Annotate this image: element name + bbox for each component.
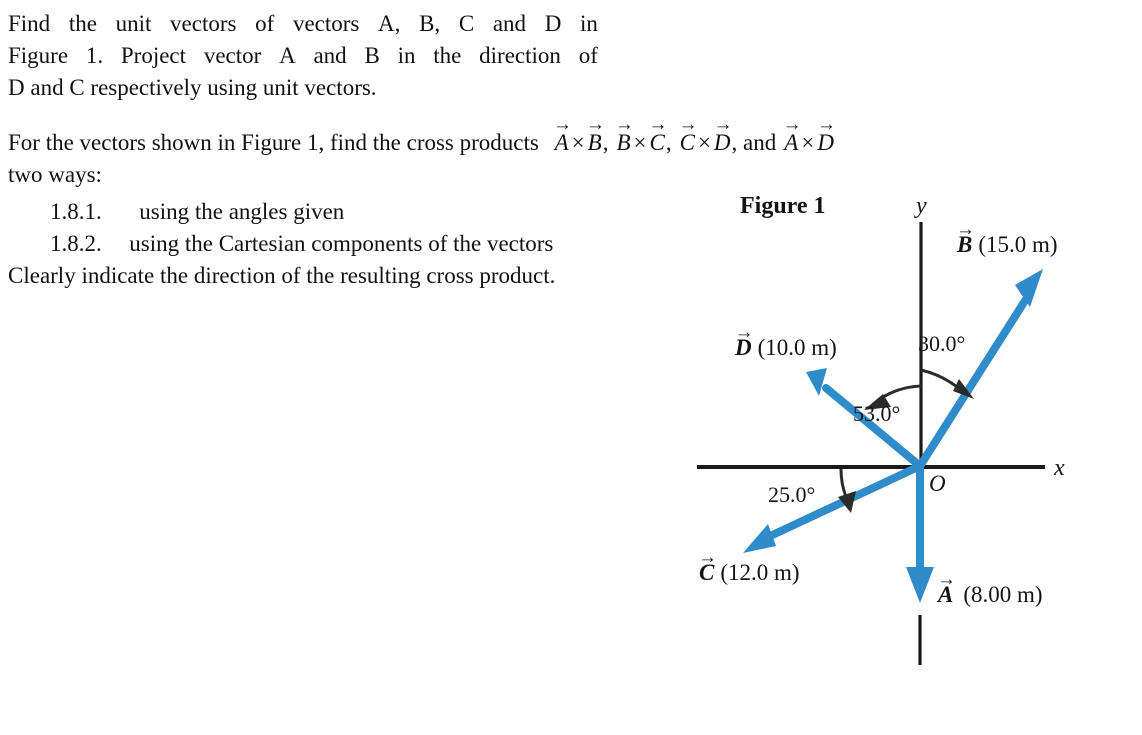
origin-label: O	[929, 471, 946, 496]
cross-left-operand: → A	[553, 114, 572, 155]
text-word: A,	[378, 11, 401, 36]
list-item-number: 1.8.2.	[50, 231, 102, 256]
angle-53-label: 53.0°	[853, 401, 901, 426]
cross-product-operator: ×	[801, 130, 815, 155]
cross-left-operand: → A	[782, 114, 802, 155]
cross-products-list: → A × → B, → B × → C, → C × → D, and → A × → D	[545, 116, 836, 155]
vector-a-symbol: → A	[937, 569, 956, 607]
sub-question-list: 1.8.1. using the angles given 1.8.2. usi…	[8, 196, 708, 292]
vector-arrow-icon: →	[586, 114, 605, 136]
text-word: vectors	[170, 11, 237, 36]
text-word: direction	[479, 43, 561, 68]
text-word: the	[68, 11, 97, 36]
text-word: B	[364, 43, 380, 68]
text-word: and	[313, 43, 347, 68]
cross-right-operand: → B	[586, 114, 605, 155]
text-word: Project	[120, 43, 187, 68]
cross-product-operator: ×	[633, 130, 647, 155]
y-axis-label: y	[916, 193, 927, 219]
text-word: Find	[8, 11, 51, 36]
x-axis-label: x	[1054, 455, 1065, 481]
text-word: in	[397, 43, 416, 68]
text-word: of	[578, 43, 598, 68]
vector-b-magnitude: (15.0 m)	[978, 232, 1058, 257]
intro-line-2: Figure 1. Project vector Aand Bin the direction…	[8, 40, 598, 72]
vector-arrow-icon: →	[817, 114, 836, 136]
list-item-number: 1.8.1.	[50, 199, 102, 224]
vector-diagram	[697, 222, 1045, 665]
list-item: 1.8.2. using the Cartesian components of…	[8, 228, 708, 260]
vector-a-label: → A (8.00 m)	[937, 569, 1043, 608]
vector-a-magnitude: (8.00 m)	[963, 582, 1043, 607]
vector-b-label: → B (15.0 m)	[956, 219, 1058, 258]
cross-products-line-1: For the vectors shown in Figure 1, find …	[8, 116, 1078, 159]
list-item: 1.8.1. using the angles given	[8, 196, 708, 228]
text-word: C	[458, 11, 475, 36]
vector-arrow-icon: →	[553, 114, 572, 136]
text-word: in	[579, 11, 598, 36]
intro-line-1: Find the unit vectors of vectors A, B, Cand Din	[8, 8, 598, 40]
cross-product-expression: → B × → C,	[615, 116, 672, 155]
vector-arrow-icon: →	[713, 114, 733, 136]
list-item-text: using the angles given	[139, 199, 345, 224]
vector-arrow-icon: →	[782, 114, 802, 136]
text-word: and	[492, 11, 527, 36]
figure-title: Figure 1	[740, 193, 826, 219]
cross-product-operator: ×	[571, 130, 585, 155]
angle-25-label: 25.0°	[768, 482, 816, 507]
vector-d-magnitude: (10.0 m)	[757, 335, 837, 360]
cross-product-expression: → A × → D	[783, 116, 836, 155]
cross-products-paragraph: For the vectors shown in Figure 1, find …	[8, 116, 1078, 191]
text-word: vector	[203, 43, 262, 68]
vector-c	[743, 462, 924, 553]
cross-product-trailing-text: , and	[731, 130, 777, 155]
vector-d-symbol: → D	[734, 322, 754, 360]
list-closing-text: Clearly indicate the direction of the re…	[8, 263, 556, 288]
cross-products-lead: For the vectors shown in Figure 1, find …	[8, 130, 539, 155]
cross-product-operator: ×	[697, 130, 711, 155]
cross-product-expression: → C × → D, and	[679, 116, 777, 155]
vector-b-symbol: → B	[956, 219, 975, 257]
cross-right-operand: → D	[817, 114, 836, 155]
vector-d-label: → D (10.0 m)	[734, 322, 837, 361]
list-item-text: using the Cartesian components of the ve…	[129, 231, 554, 256]
intro-line-3: D and C respectively using unit vectors.	[8, 75, 377, 100]
text-word: D	[544, 11, 562, 36]
cross-right-operand: → C	[648, 114, 668, 155]
text-word: unit	[115, 11, 152, 36]
text-word: 1.	[85, 43, 104, 68]
angle-30-label: 30.0°	[918, 331, 966, 356]
cross-left-operand: → B	[614, 114, 634, 155]
vector-arrow-icon: →	[678, 114, 698, 136]
text-word: the	[433, 43, 462, 68]
cross-product-expression: → A × → B,	[553, 116, 608, 155]
text-word: of	[255, 11, 275, 36]
cross-left-operand: → C	[678, 114, 698, 155]
text-word: B,	[419, 11, 441, 36]
vector-arrow-icon: →	[614, 114, 634, 136]
intro-paragraph: Find the unit vectors of vectors A, B, Cand Din F…	[8, 8, 598, 104]
vector-c-symbol: → C	[698, 547, 717, 585]
vector-c-label: → C (12.0 m)	[698, 547, 800, 586]
cross-right-operand: → D	[713, 114, 733, 155]
text-word: vectors	[292, 11, 360, 36]
text-word: A	[279, 43, 296, 68]
vector-arrow-icon: →	[648, 114, 668, 136]
vector-b	[916, 269, 1043, 470]
vector-c-magnitude: (12.0 m)	[720, 560, 800, 585]
figure-1: Figure 1 y x O → B (15.0 m) → D (10.0 m) → C(…	[690, 185, 1142, 685]
angle-arc-30	[920, 368, 974, 399]
text-word: Figure	[8, 43, 69, 68]
